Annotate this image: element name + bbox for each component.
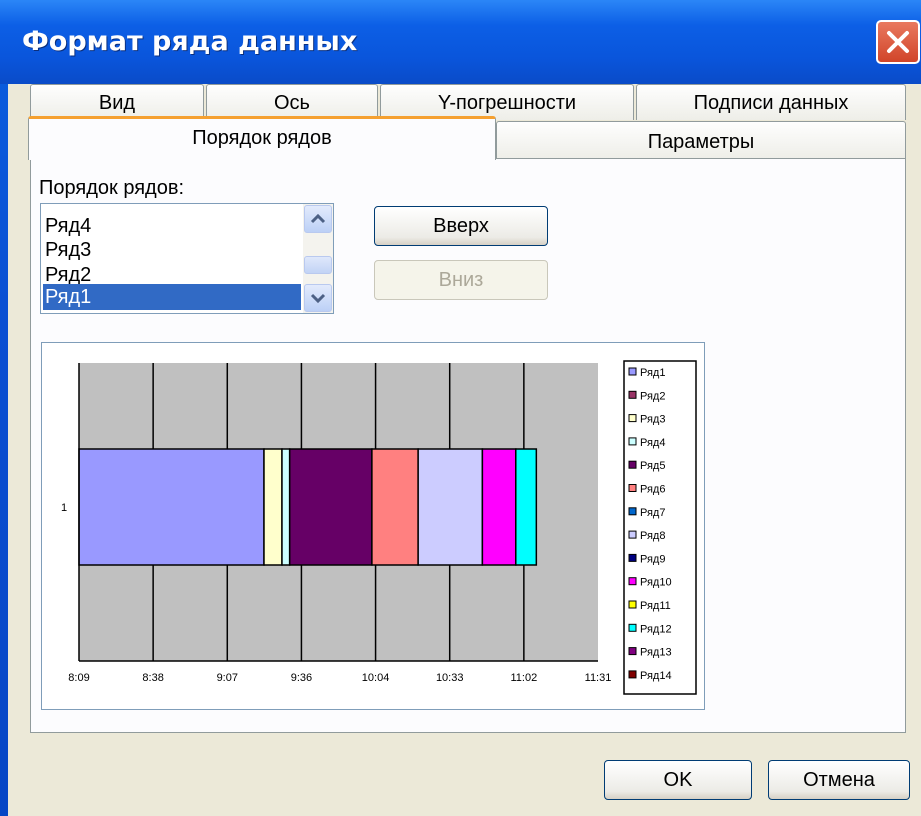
legend-label: Ряд1 bbox=[640, 367, 665, 379]
close-icon bbox=[887, 31, 909, 53]
legend-swatch bbox=[628, 390, 637, 399]
x-tick-label: 10:04 bbox=[362, 672, 390, 684]
bar-segment bbox=[371, 448, 419, 566]
legend-label: Ряд7 bbox=[640, 507, 665, 519]
list-item-selected[interactable]: Ряд1 bbox=[43, 284, 301, 310]
scroll-down-button[interactable] bbox=[304, 284, 332, 312]
title-bar[interactable]: Формат ряда данных bbox=[0, 0, 921, 84]
dialog-window: Формат ряда данных Вид Ось Y-погрешности… bbox=[0, 0, 921, 816]
ok-button[interactable]: OK bbox=[604, 760, 752, 800]
legend-box bbox=[623, 360, 697, 695]
x-tick-label: 8:38 bbox=[142, 672, 163, 684]
legend-swatch bbox=[628, 460, 637, 469]
legend-label: Ряд10 bbox=[640, 577, 672, 589]
bar-segment bbox=[78, 448, 265, 566]
legend-swatch bbox=[628, 437, 637, 446]
x-tick-label: 11:02 bbox=[510, 672, 537, 684]
move-down-button[interactable]: Вниз bbox=[374, 260, 548, 300]
listbox-scrollbar[interactable] bbox=[303, 204, 333, 313]
legend-label: Ряд9 bbox=[640, 553, 665, 565]
list-item[interactable]: Ряд3 bbox=[43, 237, 301, 263]
move-up-button[interactable]: Вверх bbox=[374, 206, 548, 246]
legend-label: Ряд14 bbox=[640, 670, 672, 682]
legend-swatch bbox=[628, 553, 637, 562]
legend-label: Ряд8 bbox=[640, 530, 665, 542]
scroll-up-button[interactable] bbox=[304, 205, 332, 233]
tab-view[interactable]: Вид bbox=[30, 84, 204, 120]
gantt-chart: 1 8:09 8:38 9:07 9:36 10:04 10:33 11:02 11:31 Р… bbox=[61, 360, 697, 695]
x-tick-label: 10:33 bbox=[436, 672, 464, 684]
legend-label: Ряд2 bbox=[640, 390, 665, 402]
x-tick-label: 9:07 bbox=[217, 672, 238, 684]
bar-segment bbox=[263, 448, 283, 566]
legend-swatch bbox=[628, 367, 637, 376]
tab-y-error-bars[interactable]: Y-погрешности bbox=[380, 84, 634, 120]
series-order-listbox[interactable]: Ряд4 Ряд3 Ряд2 Ряд1 bbox=[40, 203, 334, 314]
chevron-down-icon bbox=[310, 293, 326, 304]
series-order-label: Порядок рядов: bbox=[39, 177, 185, 199]
legend-label: Ряд13 bbox=[640, 647, 672, 659]
legend-swatch bbox=[628, 600, 637, 609]
legend-label: Ряд3 bbox=[640, 414, 665, 426]
y-tick-label: 1 bbox=[61, 502, 67, 514]
chevron-up-icon bbox=[310, 213, 326, 224]
legend-swatch bbox=[628, 530, 637, 539]
tab-series-order[interactable]: Порядок рядов bbox=[28, 116, 496, 160]
legend-label: Ряд6 bbox=[640, 484, 665, 496]
bar-segment bbox=[417, 448, 484, 566]
list-item[interactable]: Ряд4 bbox=[43, 213, 301, 239]
legend-label: Ряд11 bbox=[640, 600, 671, 612]
legend-swatch bbox=[628, 414, 637, 423]
legend-swatch bbox=[628, 484, 637, 492]
x-tick-label: 9:36 bbox=[291, 672, 312, 684]
chart-preview: 1 8:09 8:38 9:07 9:36 10:04 10:33 11:02 11:31 Р… bbox=[41, 342, 705, 710]
close-button[interactable] bbox=[876, 20, 920, 64]
legend-label: Ряд12 bbox=[640, 623, 672, 635]
bar-segment bbox=[281, 448, 291, 566]
tab-options[interactable]: Параметры bbox=[496, 121, 906, 159]
window-title: Формат ряда данных bbox=[22, 26, 358, 57]
cancel-button[interactable]: Отмена bbox=[768, 760, 910, 800]
legend-swatch bbox=[628, 670, 637, 679]
legend-label: Ряд4 bbox=[640, 437, 665, 449]
bar-segment bbox=[515, 448, 538, 566]
legend-swatch bbox=[628, 623, 637, 632]
x-tick-label: 11:31 bbox=[585, 672, 612, 684]
scroll-thumb[interactable] bbox=[304, 256, 332, 274]
legend-swatch bbox=[628, 647, 637, 656]
tab-data-labels[interactable]: Подписи данных bbox=[636, 84, 906, 120]
bar-segment bbox=[481, 448, 517, 566]
x-tick-label: 8:09 bbox=[68, 672, 89, 684]
legend-swatch bbox=[628, 577, 637, 586]
legend-label: Ряд5 bbox=[640, 460, 665, 472]
legend-swatch bbox=[628, 507, 637, 516]
bar-segment bbox=[288, 448, 373, 566]
tab-axis[interactable]: Ось bbox=[206, 84, 378, 120]
